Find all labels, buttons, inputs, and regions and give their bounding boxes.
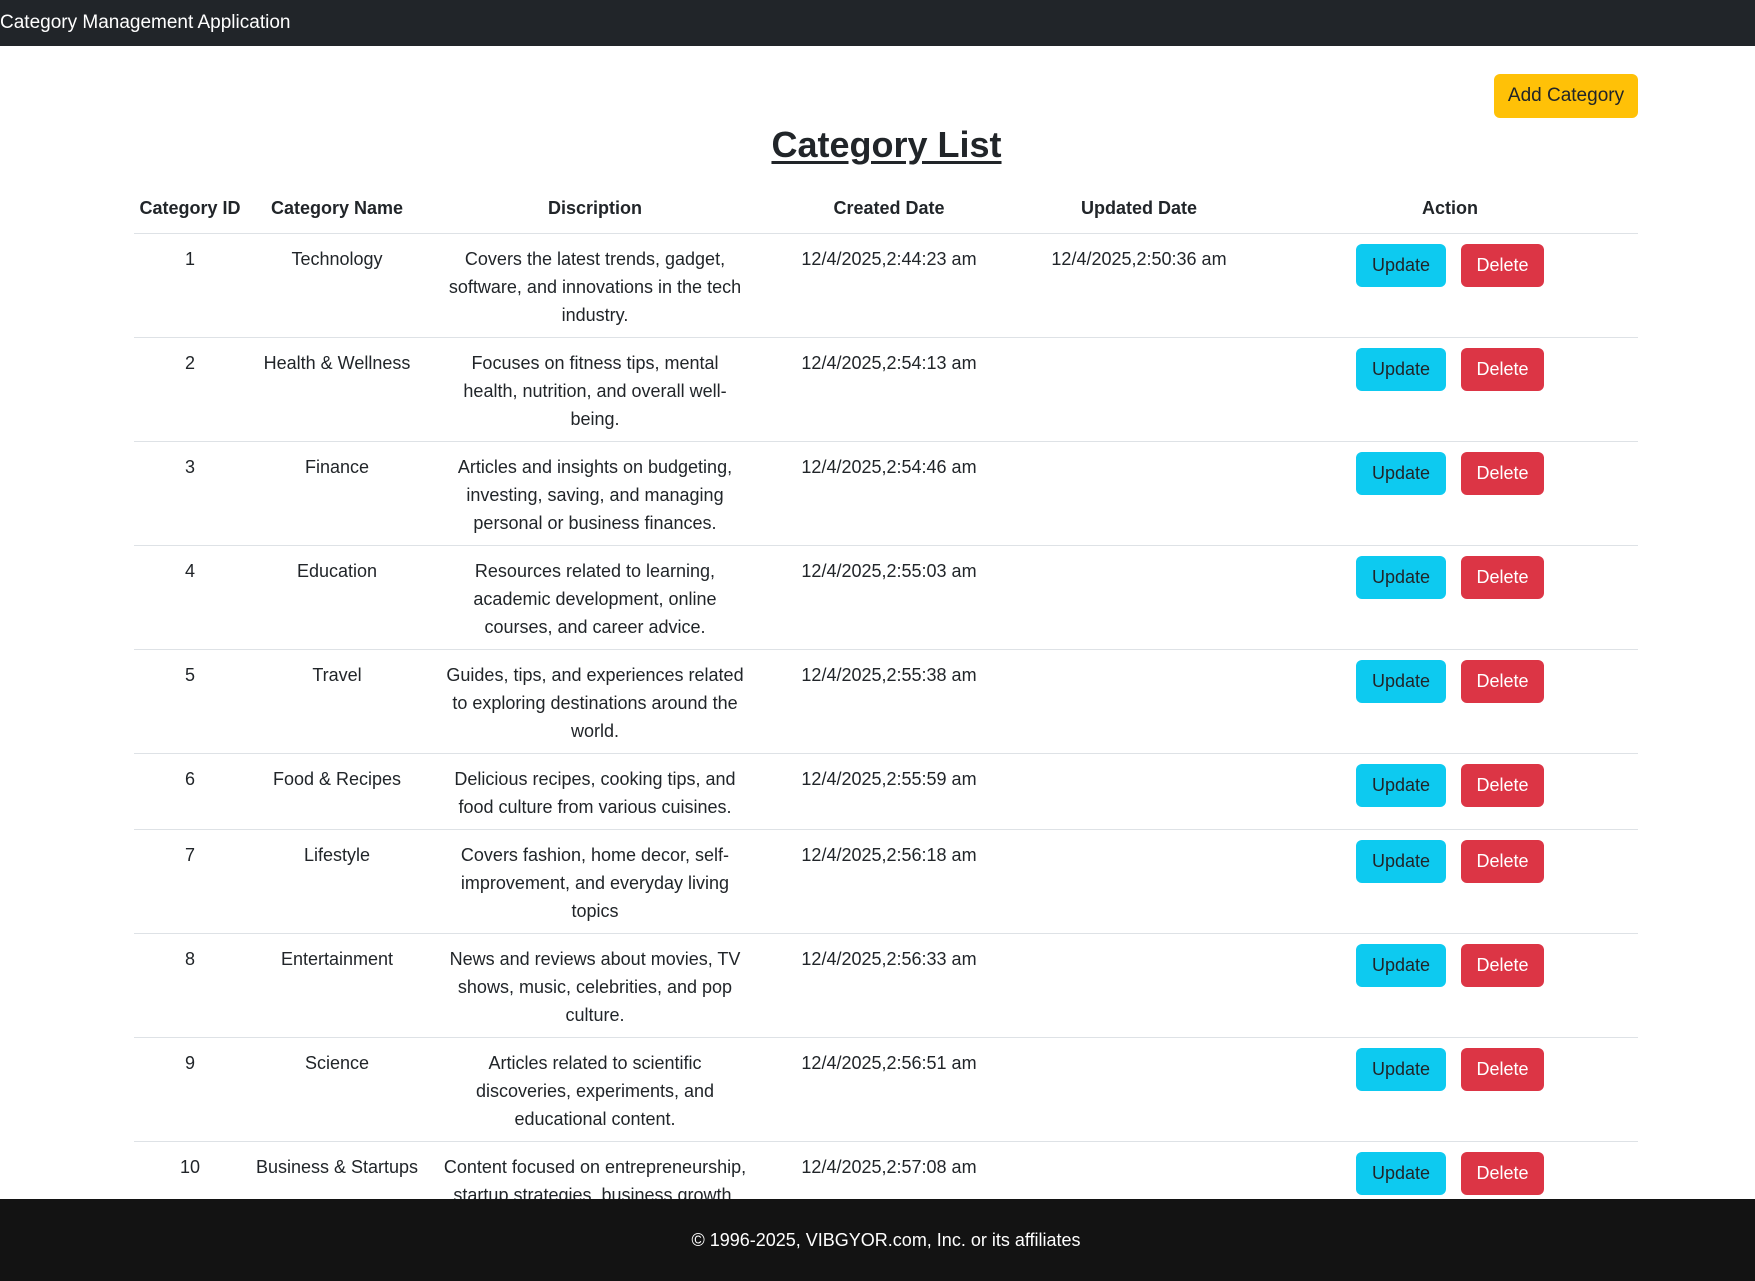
cell-created-date: 12/4/2025,2:55:59 am	[762, 753, 1016, 830]
delete-button[interactable]: Delete	[1461, 659, 1544, 703]
cell-category-name: Finance	[246, 441, 428, 546]
category-table-container: Category ID Category Name Discription Cr…	[134, 187, 1638, 1246]
table-row: 8 Entertainment News and reviews about mov…	[134, 933, 1638, 1038]
page-title: Category List	[771, 124, 1002, 165]
cell-created-date: 12/4/2025,2:56:33 am	[762, 933, 1016, 1038]
footer: © 1996-2025, VIBGYOR.com, Inc. or its af…	[0, 1199, 1755, 1281]
header-category-name: Category Name	[246, 187, 428, 234]
table-row: 7 Lifestyle Covers fashion, home decor, se…	[134, 829, 1638, 934]
delete-button[interactable]: Delete	[1461, 839, 1544, 883]
cell-created-date: 12/4/2025,2:54:46 am	[762, 441, 1016, 546]
cell-category-id: 5	[134, 649, 246, 754]
update-button[interactable]: Update	[1356, 943, 1446, 987]
update-button[interactable]: Update	[1356, 1047, 1446, 1091]
cell-category-id: 6	[134, 753, 246, 830]
cell-updated-date: 12/4/2025,2:50:36 am	[1016, 233, 1262, 338]
cell-action: Update Delete	[1262, 753, 1638, 830]
cell-action: Update Delete	[1262, 1037, 1638, 1142]
update-button[interactable]: Update	[1356, 451, 1446, 495]
delete-button[interactable]: Delete	[1461, 1047, 1544, 1091]
cell-description: Delicious recipes, cooking tips, and foo…	[428, 753, 762, 830]
cell-category-name: Health & Wellness	[246, 337, 428, 442]
cell-category-name: Education	[246, 545, 428, 650]
cell-action: Update Delete	[1262, 933, 1638, 1038]
update-button[interactable]: Update	[1356, 1151, 1446, 1195]
header-description: Discription	[428, 187, 762, 234]
cell-category-name: Food & Recipes	[246, 753, 428, 830]
cell-description: Resources related to learning, academic …	[428, 545, 762, 650]
table-row: 1 Technology Covers the latest trends, gad…	[134, 233, 1638, 338]
update-button[interactable]: Update	[1356, 347, 1446, 391]
cell-description: Articles and insights on budgeting, inve…	[428, 441, 762, 546]
cell-description: Articles related to scientific discoveri…	[428, 1037, 762, 1142]
update-button[interactable]: Update	[1356, 659, 1446, 703]
cell-updated-date	[1016, 1037, 1262, 1142]
cell-action: Update Delete	[1262, 829, 1638, 934]
cell-action: Update Delete	[1262, 233, 1638, 338]
category-table: Category ID Category Name Discription Cr…	[134, 187, 1638, 1246]
cell-category-name: Technology	[246, 233, 428, 338]
cell-category-id: 2	[134, 337, 246, 442]
cell-created-date: 12/4/2025,2:56:51 am	[762, 1037, 1016, 1142]
delete-button[interactable]: Delete	[1461, 451, 1544, 495]
update-button[interactable]: Update	[1356, 555, 1446, 599]
header-action: Action	[1262, 187, 1638, 234]
cell-updated-date	[1016, 829, 1262, 934]
delete-button[interactable]: Delete	[1461, 243, 1544, 287]
table-row: 9 Science Articles related to scientific d…	[134, 1037, 1638, 1142]
cell-created-date: 12/4/2025,2:44:23 am	[762, 233, 1016, 338]
cell-action: Update Delete	[1262, 545, 1638, 650]
cell-action: Update Delete	[1262, 441, 1638, 546]
cell-created-date: 12/4/2025,2:54:13 am	[762, 337, 1016, 442]
cell-category-id: 3	[134, 441, 246, 546]
cell-category-id: 4	[134, 545, 246, 650]
navbar-brand[interactable]: Category Management Application	[0, 12, 290, 34]
cell-category-name: Entertainment	[246, 933, 428, 1038]
table-row: 2 Health & Wellness Focuses on fitness tip…	[134, 337, 1638, 442]
cell-description: Covers the latest trends, gadget, softwa…	[428, 233, 762, 338]
cell-updated-date	[1016, 441, 1262, 546]
cell-category-name: Lifestyle	[246, 829, 428, 934]
cell-action: Update Delete	[1262, 649, 1638, 754]
footer-copyright: © 1996-2025, VIBGYOR.com, Inc. or its af…	[691, 1229, 1081, 1250]
delete-button[interactable]: Delete	[1461, 763, 1544, 807]
cell-description: Covers fashion, home decor, self-improve…	[428, 829, 762, 934]
update-button[interactable]: Update	[1356, 763, 1446, 807]
header-updated-date: Updated Date	[1016, 187, 1262, 234]
cell-category-name: Science	[246, 1037, 428, 1142]
update-button[interactable]: Update	[1356, 243, 1446, 287]
table-row: 3 Finance Articles and insights on budgeti…	[134, 441, 1638, 546]
cell-description: Focuses on fitness tips, mental health, …	[428, 337, 762, 442]
cell-updated-date	[1016, 753, 1262, 830]
cell-created-date: 12/4/2025,2:55:38 am	[762, 649, 1016, 754]
table-header: Category ID Category Name Discription Cr…	[134, 187, 1638, 234]
cell-category-id: 1	[134, 233, 246, 338]
cell-category-name: Travel	[246, 649, 428, 754]
table-row: 5 Travel Guides, tips, and experiences rel…	[134, 649, 1638, 754]
table-row: 6 Food & Recipes Delicious recipes, cookin…	[134, 753, 1638, 830]
cell-category-id: 8	[134, 933, 246, 1038]
cell-category-id: 9	[134, 1037, 246, 1142]
update-button[interactable]: Update	[1356, 839, 1446, 883]
cell-updated-date	[1016, 337, 1262, 442]
header-created-date: Created Date	[762, 187, 1016, 234]
add-category-button[interactable]: Add Category	[1494, 74, 1638, 118]
cell-updated-date	[1016, 933, 1262, 1038]
delete-button[interactable]: Delete	[1461, 943, 1544, 987]
table-row: 4 Education Resources related to learning,…	[134, 545, 1638, 650]
header-category-id: Category ID	[134, 187, 246, 234]
cell-action: Update Delete	[1262, 337, 1638, 442]
cell-description: News and reviews about movies, TV shows,…	[428, 933, 762, 1038]
cell-created-date: 12/4/2025,2:56:18 am	[762, 829, 1016, 934]
delete-button[interactable]: Delete	[1461, 1151, 1544, 1195]
cell-created-date: 12/4/2025,2:55:03 am	[762, 545, 1016, 650]
delete-button[interactable]: Delete	[1461, 555, 1544, 599]
table-body: 1 Technology Covers the latest trends, gad…	[134, 233, 1638, 1246]
cell-description: Guides, tips, and experiences related to…	[428, 649, 762, 754]
delete-button[interactable]: Delete	[1461, 347, 1544, 391]
cell-updated-date	[1016, 545, 1262, 650]
cell-category-id: 7	[134, 829, 246, 934]
cell-updated-date	[1016, 649, 1262, 754]
navbar: Category Management Application	[0, 0, 1755, 46]
